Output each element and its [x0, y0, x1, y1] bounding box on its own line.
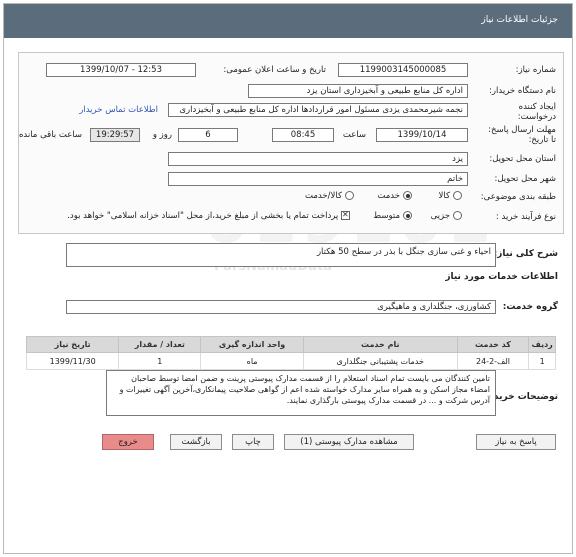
table-cell: خدمات پشتیبانی جنگلداری — [302, 352, 458, 370]
table-header-row: ردیف کد خدمت نام خدمت واحد اندازه گیری ت… — [25, 336, 556, 353]
print-button[interactable]: چاپ — [232, 434, 274, 450]
column-header: ردیف — [528, 336, 556, 353]
buyer-label: نام دستگاه خریدار: — [489, 86, 556, 96]
radio-selected-icon[interactable] — [403, 191, 412, 200]
column-header: نام خدمت — [302, 336, 458, 353]
attachments-button[interactable]: مشاهده مدارک پیوستی (1) — [284, 434, 414, 450]
buyer-contact-link[interactable]: اطلاعات تماس خریدار — [79, 105, 158, 115]
remaining-label: ساعت باقی مانده — [18, 130, 82, 140]
need-number-label: شماره نیاز: — [515, 65, 556, 75]
category-label: طبقه بندی موضوعی: — [480, 192, 556, 202]
creator-label: ایجاد کننده — [518, 102, 556, 112]
creator-label-2: درخواست: — [517, 112, 556, 122]
purchase-option-medium[interactable]: متوسط — [373, 211, 412, 221]
need-number-field[interactable]: 1199003145000085 — [338, 63, 468, 77]
service-group-field[interactable]: کشاورزی، جنگلداری و ماهیگیری — [66, 300, 496, 314]
days-field[interactable]: 6 — [178, 128, 238, 142]
treasury-payment-option[interactable]: پرداخت تمام یا بخشی از مبلغ خرید،از محل … — [67, 210, 350, 221]
city-field[interactable]: خاتم — [168, 172, 468, 186]
category-option-both[interactable]: کالا/خدمت — [305, 191, 354, 201]
exit-button[interactable]: خروج — [102, 434, 154, 450]
deadline-date-field[interactable]: 1399/10/14 — [376, 128, 468, 142]
remaining-time-field: 19:29:57 — [90, 128, 140, 142]
summary-label: شرح کلی نیاز: — [493, 249, 558, 259]
deadline-label-2: تا تاریخ: — [528, 135, 556, 145]
days-label: روز و — [152, 130, 172, 140]
buyer-field[interactable]: اداره کل منابع طبیعی و آبخیزداری استان ی… — [248, 84, 468, 98]
column-header: تاریخ نیاز — [25, 336, 120, 353]
table-row: 1 الف-2-24 خدمات پشتیبانی جنگلداری ماه 1… — [25, 352, 556, 370]
deadline-time-field[interactable]: 08:45 — [272, 128, 334, 142]
province-label: استان محل تحویل: — [489, 154, 556, 164]
checkbox-icon[interactable] — [341, 210, 350, 220]
creator-field[interactable]: نجمه شیرمحمدی یزدی مسئول امور قراردادها … — [168, 103, 468, 117]
announce-label: تاریخ و ساعت اعلان عمومی: — [223, 65, 326, 75]
radio-selected-icon[interactable] — [403, 211, 412, 220]
column-header: تعداد / مقدار — [118, 336, 202, 353]
announce-field[interactable]: 1399/10/07 - 12:53 — [46, 63, 196, 77]
column-header: واحد اندازه گیری — [200, 336, 304, 353]
radio-icon[interactable] — [345, 191, 354, 200]
column-header: کد خدمت — [456, 336, 530, 353]
table-cell: 1399/11/30 — [25, 352, 120, 370]
purchase-type-label: نوع فرآیند خرید : — [495, 212, 556, 222]
page-title: جزئیات اطلاعات نیاز — [481, 15, 558, 25]
summary-field[interactable]: احیاء و غنی سازی جنگل با بذر در سطح 50 ه… — [66, 243, 496, 267]
buyer-notes-field[interactable]: تامین کنندگان می بایست تمام اسناد استعلا… — [106, 370, 496, 416]
category-option-goods[interactable]: کالا — [439, 191, 462, 201]
back-button[interactable]: بازگشت — [170, 434, 222, 450]
radio-icon[interactable] — [453, 211, 462, 220]
services-table: ردیف کد خدمت نام خدمت واحد اندازه گیری ت… — [25, 336, 556, 370]
service-group-label: گروه خدمت: — [502, 302, 558, 312]
services-section-title: اطلاعات خدمات مورد نیاز — [445, 272, 558, 282]
table-cell: 1 — [528, 352, 556, 370]
page-frame: جزئیات اطلاعات نیاز 019101 ParsNamadData… — [3, 3, 573, 554]
reply-button[interactable]: پاسخ به نیاز — [476, 434, 556, 450]
radio-icon[interactable] — [453, 191, 462, 200]
page-header: جزئیات اطلاعات نیاز — [4, 4, 572, 38]
table-cell: ماه — [200, 352, 304, 370]
table-cell: 1 — [118, 352, 202, 370]
table-cell: الف-2-24 — [456, 352, 530, 370]
category-option-service[interactable]: خدمت — [377, 191, 412, 201]
province-field[interactable]: یزد — [168, 152, 468, 166]
info-box — [18, 52, 564, 234]
deadline-time-label: ساعت — [342, 130, 366, 140]
purchase-option-minor[interactable]: جزیی — [431, 211, 462, 221]
deadline-label: مهلت ارسال پاسخ: — [488, 125, 556, 135]
city-label: شهر محل تحویل: — [494, 174, 556, 184]
